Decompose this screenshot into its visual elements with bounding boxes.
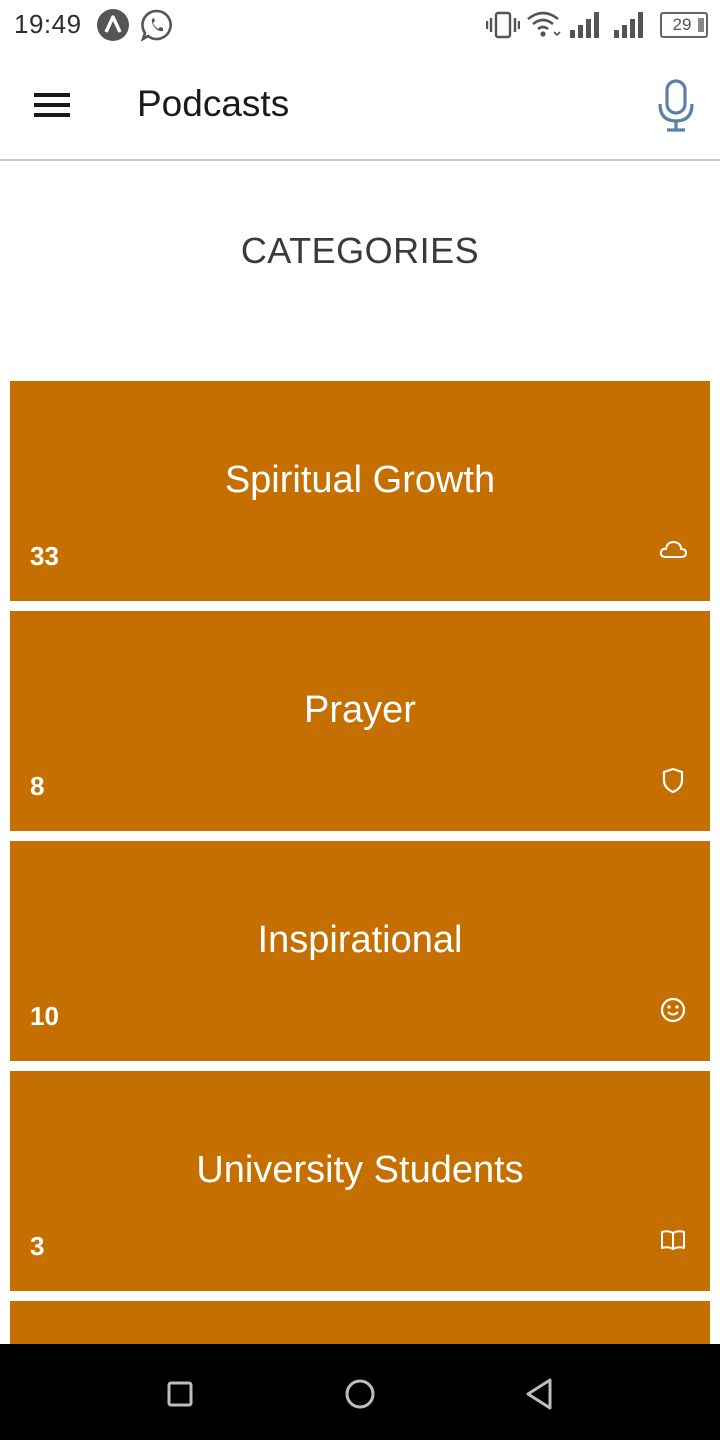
category-count: 8: [30, 771, 45, 801]
home-icon[interactable]: [340, 1374, 380, 1414]
recent-apps-icon[interactable]: [160, 1374, 200, 1414]
category-count: 10: [30, 1001, 59, 1031]
smiley-icon: [660, 997, 686, 1023]
shield-icon: [662, 767, 684, 794]
category-title: Inspirational: [257, 919, 463, 961]
category-card-inspirational[interactable]: Inspirational 10: [10, 841, 710, 1061]
hamburger-menu-icon[interactable]: [22, 80, 82, 130]
microphone-icon[interactable]: [652, 78, 700, 134]
back-icon[interactable]: [520, 1374, 560, 1414]
whatsapp-icon: [140, 9, 172, 42]
category-card-partial[interactable]: [10, 1301, 710, 1344]
category-title: University Students: [196, 1149, 524, 1191]
signal-icon: [614, 12, 643, 38]
vibrate-icon: [486, 11, 520, 39]
category-title: Prayer: [304, 689, 416, 731]
page-title: Podcasts: [137, 83, 290, 124]
category-card-spiritual-growth[interactable]: Spiritual Growth 33: [10, 381, 710, 601]
category-count: 3: [30, 1231, 45, 1261]
signal-icon: [570, 12, 599, 38]
status-bar: 19:49 29: [0, 0, 720, 50]
battery-level: 29: [672, 15, 692, 34]
app-bar: Podcasts: [0, 50, 720, 161]
notification-a-icon: [97, 9, 129, 41]
system-nav-bar: [0, 1344, 720, 1440]
category-card-prayer[interactable]: Prayer 8: [10, 611, 710, 831]
book-icon: [661, 1230, 685, 1250]
wifi-icon: [527, 11, 561, 37]
status-time: 19:49: [14, 9, 82, 39]
category-card-university-students[interactable]: University Students 3: [10, 1071, 710, 1291]
battery-icon: 29: [660, 12, 708, 38]
categories-heading: CATEGORIES: [240, 230, 480, 271]
cloud-icon: [659, 540, 688, 558]
category-count: 33: [30, 541, 59, 571]
category-title: Spiritual Growth: [224, 459, 496, 501]
